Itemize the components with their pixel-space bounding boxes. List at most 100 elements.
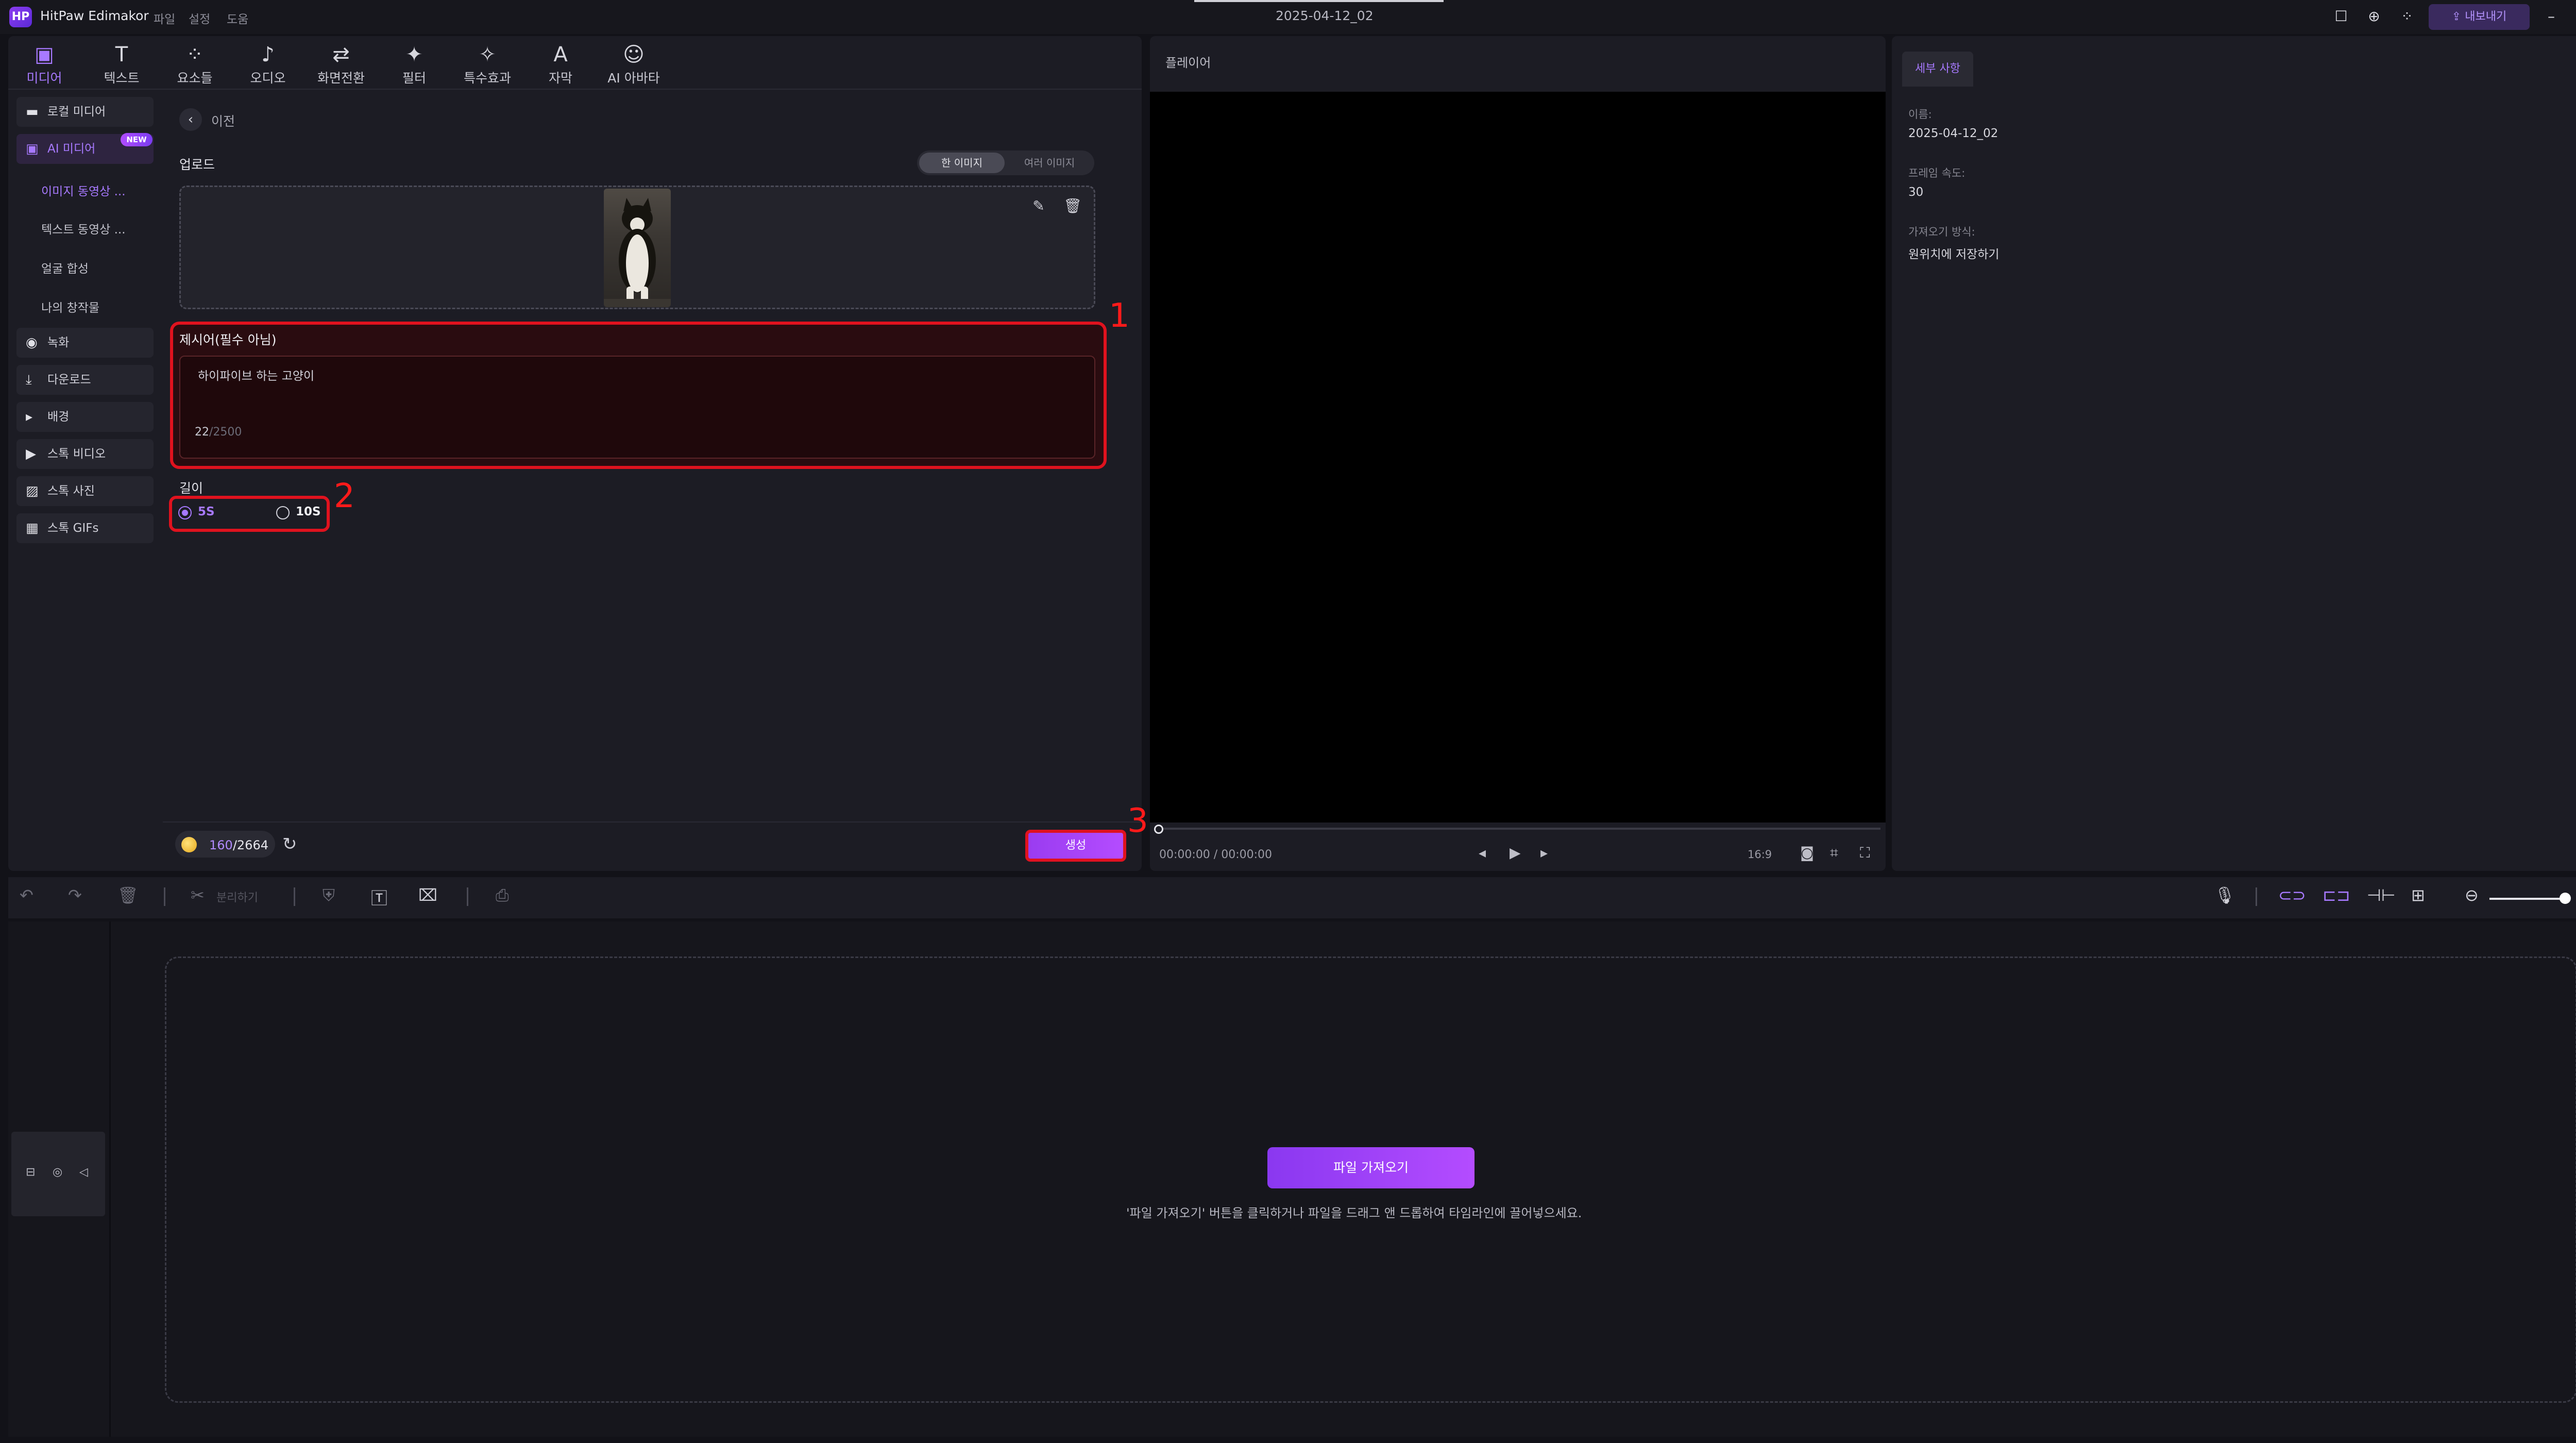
details-panel [1892,36,2576,871]
magnet-icon[interactable]: ⊏⊐ [2323,885,2350,905]
sidebar-item-label: 로컬 미디어 [47,105,106,119]
undo-icon[interactable]: ↶ [20,885,33,905]
credits-used: 160 [209,838,233,852]
fullscreen-icon[interactable]: ⛶ [1860,844,1870,862]
export-label: 내보내기 [2465,10,2507,23]
back-label[interactable]: 이전 [211,111,235,130]
edit-image-icon[interactable]: ✎ [1028,196,1049,216]
aspect-ratio-select[interactable]: 16:9 [1748,848,1772,861]
split-label[interactable]: 분리하기 [216,888,258,905]
length-10s-label[interactable]: 10S [296,505,321,518]
tab-ai-avatar[interactable]: ☺ AI 아바타 [598,42,670,87]
length-10s-radio[interactable] [276,506,290,519]
sidebar-item-stock-gif[interactable]: ▦ 스톡 GIFs [16,513,154,543]
toolbar-divider [2256,887,2257,906]
tab-media[interactable]: ▣ 미디어 [8,42,80,87]
player-progress-track[interactable] [1159,828,1880,830]
mode-multi-image[interactable]: 여러 이미지 [1007,153,1092,173]
detail-name-value: 2025-04-12_02 [1908,127,1998,140]
scissors-icon[interactable]: ✂ [191,885,205,905]
import-file-button[interactable]: 파일 가져오기 [1267,1147,1475,1188]
tab-transition-label: 화면전환 [317,71,365,86]
zoom-slider-track[interactable] [2489,898,2567,900]
back-arrow-icon[interactable]: ‹ [179,108,202,131]
audio-icon: ♪ [261,43,275,66]
sidebar-item-background[interactable]: ▸ 배경 [16,402,154,432]
download-icon[interactable]: ⊕ [2364,6,2384,27]
tab-elements[interactable]: ⁘ 요소들 [159,42,231,87]
refresh-icon[interactable]: ↻ [282,834,297,854]
sidebar-item-stock-photo[interactable]: ▨ 스톡 사진 [16,476,154,506]
detail-import-label: 가져오기 방식: [1908,226,1975,238]
tab-details[interactable]: 세부 사항 [1902,52,1973,87]
redo-icon[interactable]: ↷ [68,885,82,905]
length-5s-label[interactable]: 5S [198,505,215,518]
remove-subtitle-icon[interactable]: ⌧ [418,885,437,905]
prev-frame-icon[interactable]: ◂ [1479,844,1486,861]
tab-transition[interactable]: ⇄ 화면전환 [305,42,377,87]
detail-name-label: 이름: [1908,108,1932,121]
text-box-icon[interactable]: 🅃 [371,885,387,909]
export-button[interactable]: ⇪ 내보내기 [2429,4,2530,30]
player-title: 플레이어 [1165,56,1211,70]
zoom-out-icon[interactable]: ⊖ [2465,885,2479,905]
detail-framerate-label: 프레임 속도: [1908,167,1965,179]
tab-filter-label: 필터 [402,71,426,86]
snapshot-icon[interactable]: ◙ [1800,844,1814,861]
play-icon[interactable]: ▶ [1510,844,1521,861]
mode-single-image[interactable]: 한 이미지 [919,153,1005,173]
prompt-label: 제시어(필수 아님) [179,332,277,347]
sidebar-item-record[interactable]: ◉ 녹화 [16,328,154,358]
track-header: ⊟ ◎ ◁ [11,1132,105,1216]
sidebar-item-local-media[interactable]: ▬ 로컬 미디어 [16,97,154,127]
crop-icon[interactable]: ⌗ [1830,844,1838,862]
zoom-slider-handle[interactable] [2560,893,2571,904]
menu-help[interactable]: 도움 [227,9,248,27]
sidebar-sub-my-creations[interactable]: 나의 창작물 [41,298,99,315]
sidebar-item-download[interactable]: ⤓ 다운로드 [16,365,154,395]
new-badge: NEW [121,133,152,146]
menu-settings[interactable]: 설정 [189,9,210,27]
restore-icon[interactable]: ❐ [2574,6,2576,27]
filter-icon: ✦ [405,43,423,66]
sidebar-sub-image-video[interactable]: 이미지 동영상 ... [41,181,126,199]
trash-icon[interactable]: 🗑 [117,885,139,905]
drop-hint: '파일 가져오기' 버튼을 클릭하거나 파일을 드래그 앤 드롭하여 타임라인에… [1126,1206,1582,1220]
menu-file[interactable]: 파일 [154,9,175,27]
player-screen [1150,92,1886,823]
eye-icon[interactable]: ◎ [53,1166,62,1179]
fit-icon[interactable]: ⊣⊢ [2367,885,2396,905]
track-header-column [109,921,111,1437]
sidebar-item-stock-video[interactable]: ▶ 스톡 비디오 [16,439,154,469]
prompt-textarea[interactable] [179,356,1095,459]
export-clip-icon[interactable]: ⎙ [496,885,509,905]
lock-icon[interactable]: ⊟ [26,1166,35,1179]
tab-audio[interactable]: ♪ 오디오 [232,42,304,87]
speaker-icon[interactable]: ◁ [79,1166,88,1179]
next-frame-icon[interactable]: ▸ [1540,844,1548,861]
uploaded-image-thumbnail [604,189,671,307]
feedback-icon[interactable]: ☐ [2331,6,2351,27]
main-toolbar: ▣ 미디어 T 텍스트 ⁘ 요소들 ♪ 오디오 ⇄ 화면전환 ✦ 필터 ✧ 특수효과 A 자막 … [8,36,1142,90]
microphone-icon[interactable]: 🎙 [2214,885,2235,905]
prompt-count-current: 22 [195,426,209,439]
delete-image-icon[interactable]: 🗑 [1062,196,1083,216]
minimize-icon[interactable]: – [2541,6,2562,27]
player-progress-handle[interactable] [1154,825,1163,834]
elements-icon: ⁘ [186,43,204,66]
tab-subtitle[interactable]: A 자막 [524,42,597,87]
prompt-count-max: /2500 [209,426,242,439]
link-icon[interactable]: ⊂⊃ [2278,885,2306,905]
tab-filter[interactable]: ✦ 필터 [378,42,450,87]
tab-effects[interactable]: ✧ 특수효과 [451,42,523,87]
apps-icon[interactable]: ⁘ [2397,6,2417,27]
sidebar-sub-face-swap[interactable]: 얼굴 합성 [41,259,89,276]
length-5s-radio[interactable] [178,506,192,519]
prompt-text[interactable]: 하이파이브 하는 고양이 [198,366,314,383]
tab-text[interactable]: T 텍스트 [86,42,158,87]
credit-coin-icon [181,837,197,852]
preview-track-icon[interactable]: ⊞ [2411,885,2425,905]
generate-button[interactable]: 생성 [1025,830,1126,862]
sidebar-sub-text-video[interactable]: 텍스트 동영상 ... [41,220,126,237]
shield-icon[interactable]: ⛨ [323,885,335,905]
